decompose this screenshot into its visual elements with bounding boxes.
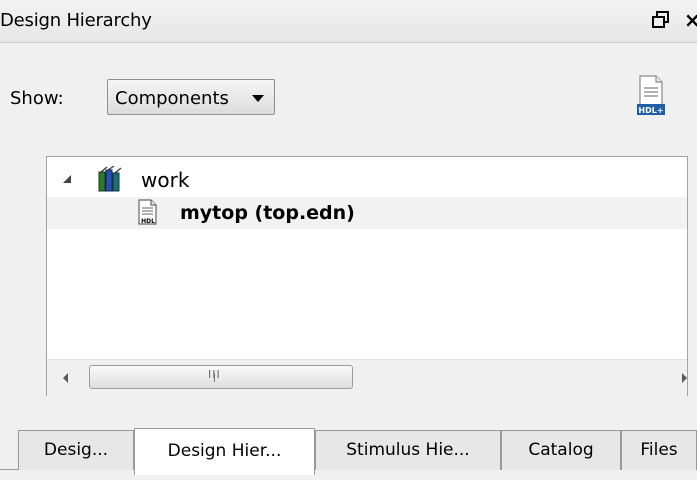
hdl-file-icon-text: HDL	[141, 218, 155, 225]
tab-label: Design Hier...	[167, 441, 282, 461]
close-icon[interactable]: ×	[684, 8, 697, 32]
hierarchy-tree[interactable]: work HDL mytop (top.edn) III	[46, 156, 688, 396]
tab-design[interactable]: Desig...	[18, 430, 134, 470]
panel-title-bar: Design Hierarchy ×	[0, 0, 697, 43]
hdl-file-icon: HDL	[138, 199, 157, 225]
tree-item-work[interactable]: work	[47, 163, 687, 195]
tab-label: Desig...	[43, 440, 109, 460]
library-books-icon	[98, 166, 122, 192]
scroll-right-arrow-icon[interactable]	[682, 373, 687, 383]
show-select[interactable]: Components	[107, 79, 275, 115]
tree-item-mytop[interactable]: HDL mytop (top.edn)	[47, 197, 687, 229]
tab-design-hierarchy[interactable]: Design Hier...	[134, 428, 315, 475]
tab-catalog[interactable]: Catalog	[501, 430, 621, 470]
restore-window-icon[interactable]	[652, 11, 670, 29]
hdl-button-text: HDL+	[638, 106, 663, 115]
tab-label: Stimulus Hie...	[346, 440, 470, 460]
show-label: Show:	[10, 88, 64, 109]
horizontal-scrollbar[interactable]: III	[47, 359, 687, 396]
tree-item-label: work	[141, 168, 190, 192]
tree-item-label: mytop (top.edn)	[180, 202, 355, 224]
scrollbar-thumb[interactable]: III	[89, 365, 353, 389]
tab-label: Catalog	[528, 440, 594, 460]
tab-stimulus-hierarchy[interactable]: Stimulus Hie...	[315, 430, 501, 470]
scroll-left-arrow-icon[interactable]	[63, 373, 68, 383]
chevron-down-icon	[252, 95, 264, 102]
scrollbar-grip: III	[208, 368, 221, 381]
tab-label: Files	[640, 440, 678, 460]
new-hdl-file-icon[interactable]: HDL+	[636, 74, 666, 118]
show-select-value: Components	[115, 88, 229, 109]
tab-files[interactable]: Files	[621, 430, 697, 470]
panel-title: Design Hierarchy	[0, 10, 152, 31]
expanded-triangle-icon[interactable]	[63, 175, 71, 183]
